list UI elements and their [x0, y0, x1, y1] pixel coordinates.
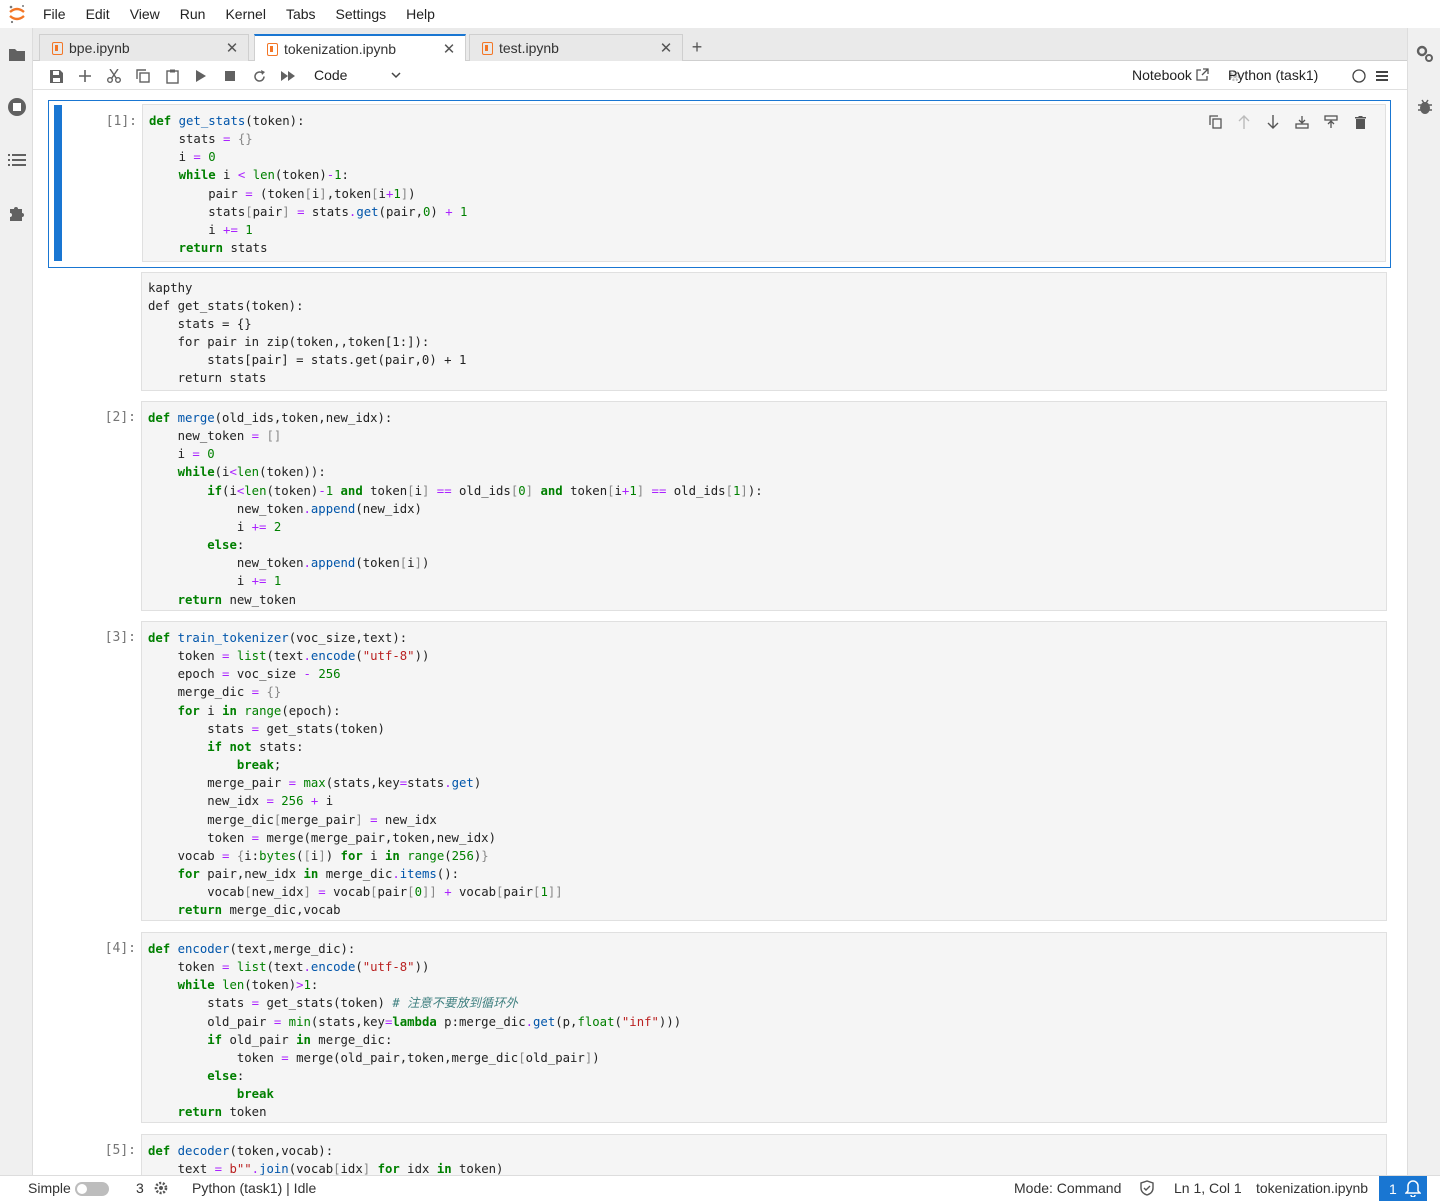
menu-file[interactable]: File [34, 0, 77, 28]
code-source: def train_tokenizer(voc_size,text): toke… [148, 631, 563, 918]
code-source: def encoder(text,merge_dic): token = lis… [148, 942, 682, 1120]
code-cell-5[interactable]: [5]: def decoder(token,vocab): text = b"… [48, 1134, 1391, 1175]
notebook-icon [267, 42, 278, 56]
menubar: File Edit View Run Kernel Tabs Settings … [0, 0, 1440, 28]
tab-test[interactable]: test.ipynb ✕ [469, 34, 683, 61]
close-icon[interactable]: ✕ [656, 39, 676, 57]
tab-label: test.ipynb [499, 40, 559, 56]
copy-icon[interactable] [132, 65, 154, 87]
kernel-gear-icon[interactable] [154, 1181, 168, 1198]
cell-toolbar [1204, 111, 1371, 133]
cell-prompt: [4]: [104, 941, 136, 956]
cell-editor[interactable]: def encoder(text,merge_dic): token = lis… [141, 932, 1387, 1123]
stop-icon[interactable] [219, 65, 241, 87]
close-icon[interactable]: ✕ [222, 39, 242, 57]
menu-kernel[interactable]: Kernel [216, 0, 276, 28]
debugger-icon[interactable] [1414, 96, 1436, 118]
jupyter-logo-icon[interactable] [0, 0, 34, 28]
kernel-count[interactable]: 3 [136, 1180, 144, 1196]
shield-icon[interactable] [1140, 1180, 1154, 1199]
tab-tokenization[interactable]: tokenization.ipynb ✕ [254, 34, 466, 62]
new-tab-button[interactable]: + [685, 34, 709, 60]
insert-above-icon[interactable] [1291, 111, 1313, 133]
toc-icon[interactable] [6, 149, 28, 171]
markdown-editor[interactable]: kapthy def get_stats(token): stats = {} … [141, 272, 1387, 391]
cell-prompt: [1]: [105, 114, 137, 129]
code-cell-3[interactable]: [3]: def train_tokenizer(voc_size,text):… [48, 621, 1391, 921]
code-cell-2[interactable]: [2]: def merge(old_ids,token,new_idx): n… [48, 401, 1391, 611]
property-inspector-icon[interactable] [1414, 43, 1436, 65]
bell-icon [1404, 1180, 1421, 1197]
add-cell-icon[interactable] [74, 65, 96, 87]
menu-edit[interactable]: Edit [77, 0, 121, 28]
menu-run[interactable]: Run [171, 0, 217, 28]
code-cell-1[interactable]: [1]: def get_stats(token): stats = {} i … [48, 100, 1391, 268]
status-filename: tokenization.ipynb [1256, 1180, 1369, 1196]
cut-icon[interactable] [103, 65, 125, 87]
tab-label: tokenization.ipynb [284, 41, 397, 57]
move-up-icon[interactable] [1233, 111, 1255, 133]
code-source: def get_stats(token): stats = {} i = 0 w… [149, 114, 468, 256]
code-source: def decoder(token,vocab): text = b"".joi… [148, 1144, 504, 1175]
cell-editor[interactable]: def get_stats(token): stats = {} i = 0 w… [142, 104, 1386, 262]
delete-cell-icon[interactable] [1349, 111, 1371, 133]
insert-below-icon[interactable] [1320, 111, 1342, 133]
save-icon[interactable] [45, 65, 67, 87]
restart-icon[interactable] [248, 65, 270, 87]
tab-label: bpe.ipynb [69, 40, 130, 56]
move-down-icon[interactable] [1262, 111, 1284, 133]
cursor-position[interactable]: Ln 1, Col 1 [1174, 1180, 1242, 1196]
tab-bar: bpe.ipynb ✕ tokenization.ipynb ✕ test.ip… [33, 28, 1407, 62]
fast-forward-icon[interactable] [277, 65, 299, 87]
close-icon[interactable]: ✕ [439, 40, 459, 58]
menu-view[interactable]: View [121, 0, 171, 28]
simple-mode-label: Simple [28, 1180, 71, 1196]
right-sidebar [1407, 28, 1440, 1175]
mode-indicator[interactable]: Mode: Command [1014, 1180, 1121, 1196]
notebook-toolbar: Code Notebook Python (task1) [33, 61, 1407, 90]
markdown-cell[interactable]: kapthy def get_stats(token): stats = {} … [48, 272, 1391, 392]
notebook-icon [52, 41, 63, 55]
kernel-name[interactable]: Python (task1) [1228, 67, 1318, 83]
simple-mode-toggle[interactable] [75, 1182, 109, 1196]
status-bar: Simple 3 Python (task1) | Idle Mode: Com… [0, 1175, 1440, 1201]
cell-editor[interactable]: def decoder(token,vocab): text = b"".joi… [141, 1134, 1387, 1175]
external-link-icon [1196, 68, 1209, 81]
notebook-panel: [1]: def get_stats(token): stats = {} i … [33, 90, 1407, 1175]
cell-editor[interactable]: def merge(old_ids,token,new_idx): new_to… [141, 401, 1387, 611]
main-area: bpe.ipynb ✕ tokenization.ipynb ✕ test.ip… [33, 28, 1407, 1175]
markdown-source: kapthy def get_stats(token): stats = {} … [148, 281, 467, 385]
cell-editor[interactable]: def train_tokenizer(voc_size,text): toke… [141, 621, 1387, 921]
duplicate-cell-icon[interactable] [1204, 111, 1226, 133]
notebook-label: Notebook [1132, 67, 1192, 83]
cell-prompt: [3]: [104, 630, 136, 645]
folder-icon[interactable] [6, 43, 28, 65]
code-cell-4[interactable]: [4]: def encoder(text,merge_dic): token … [48, 932, 1391, 1123]
notification-count: 1 [1389, 1180, 1397, 1197]
menu-settings[interactable]: Settings [327, 0, 398, 28]
notification-button[interactable]: 1 [1379, 1176, 1427, 1201]
code-source: def merge(old_ids,token,new_idx): new_to… [148, 411, 763, 607]
kernel-status[interactable]: Python (task1) | Idle [192, 1180, 316, 1196]
tab-bpe[interactable]: bpe.ipynb ✕ [39, 34, 249, 61]
running-icon[interactable] [6, 96, 28, 118]
left-sidebar [0, 28, 33, 1175]
extension-icon[interactable] [6, 202, 28, 224]
menu-tabs[interactable]: Tabs [277, 0, 327, 28]
open-in-notebook-button[interactable]: Notebook [1132, 67, 1209, 83]
cell-type-select[interactable]: Code [314, 67, 347, 83]
run-icon[interactable] [190, 65, 212, 87]
cell-prompt: [2]: [104, 410, 136, 425]
cell-prompt: [5]: [104, 1143, 136, 1158]
notebook-icon [482, 41, 493, 55]
menu-icon[interactable] [1371, 65, 1393, 87]
chevron-down-icon[interactable] [390, 66, 402, 89]
menu-help[interactable]: Help [397, 0, 446, 28]
kernel-status-icon [1348, 65, 1370, 87]
cell-collapser[interactable] [54, 105, 62, 261]
paste-icon[interactable] [161, 65, 183, 87]
